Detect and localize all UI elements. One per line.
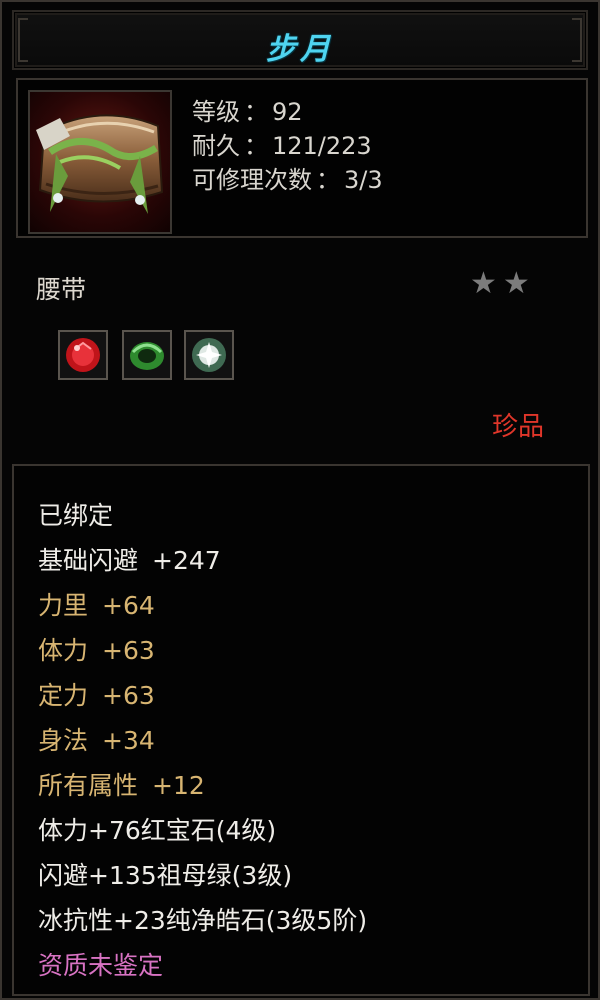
stat-separator: ： <box>244 132 268 160</box>
item-tooltip: 步月 等级 ： 92 耐久 ： 121/223 可修理次数 ： 3/3 腰带 ★… <box>0 0 600 1000</box>
attr-value: +63 <box>102 636 155 665</box>
repair-count-stat: 可修理次数： 3/3 <box>192 160 383 195</box>
star-rating: ★★ <box>470 266 536 301</box>
stat-label: 可修理次数 <box>192 166 312 194</box>
ruby-gem-icon <box>58 330 108 380</box>
base-attribute: 基础闪避 +247 <box>38 541 221 577</box>
stat-value: 3/3 <box>344 166 383 194</box>
stat-value: 121/223 <box>272 132 372 160</box>
attr-label: 体力 <box>38 636 89 665</box>
level-stat: 等级： 92 <box>192 92 303 127</box>
attr-value: +64 <box>102 591 155 620</box>
bonus-attribute: 所有属性 +12 <box>38 766 205 802</box>
bonus-attribute: 体力 +63 <box>38 631 155 667</box>
attr-label: 所有属性 <box>38 771 139 800</box>
item-name: 步月 <box>266 32 334 67</box>
quality-status: 资质未鉴定 <box>38 951 164 980</box>
rarity-label: 珍品 <box>492 412 545 442</box>
bonus-attribute: 定力 +63 <box>38 676 155 712</box>
bonus-attribute: 身法 +34 <box>38 721 155 757</box>
attr-label: 基础闪避 <box>38 546 139 575</box>
attr-label: 身法 <box>38 726 89 755</box>
gem-attribute: 体力+76红宝石(4级) <box>38 816 277 845</box>
attr-label: 定力 <box>38 681 89 710</box>
item-type: 腰带 <box>36 275 87 304</box>
stat-separator: ： <box>316 166 340 194</box>
stat-label: 等级 <box>192 98 240 126</box>
gem-attribute: 冰抗性+23纯净皓石(3级5阶) <box>38 906 368 935</box>
stat-label: 耐久 <box>192 132 240 160</box>
attr-value: +247 <box>152 546 221 575</box>
attr-label: 力里 <box>38 591 89 620</box>
title-bar: 步月 <box>12 10 588 70</box>
emerald-gem-icon <box>122 330 172 380</box>
bound-status: 已绑定 <box>38 501 114 530</box>
gem-attribute: 闪避+135祖母绿(3级) <box>38 861 293 890</box>
durability-stat: 耐久： 121/223 <box>192 126 372 161</box>
attr-value: +12 <box>152 771 205 800</box>
stat-value: 92 <box>272 98 303 126</box>
item-info-box: 等级： 92 耐久： 121/223 可修理次数： 3/3 <box>16 78 588 238</box>
bonus-attribute: 力里 +64 <box>38 586 155 622</box>
attr-value: +34 <box>102 726 155 755</box>
attr-value: +63 <box>102 681 155 710</box>
attribute-box: 已绑定 基础闪避 +247 力里 +64 体力 +63 定力 +63 身法 +34 所有属… <box>12 464 590 996</box>
belt-icon <box>28 90 172 234</box>
stat-separator: ： <box>244 98 268 126</box>
diamond-gem-icon <box>184 330 234 380</box>
